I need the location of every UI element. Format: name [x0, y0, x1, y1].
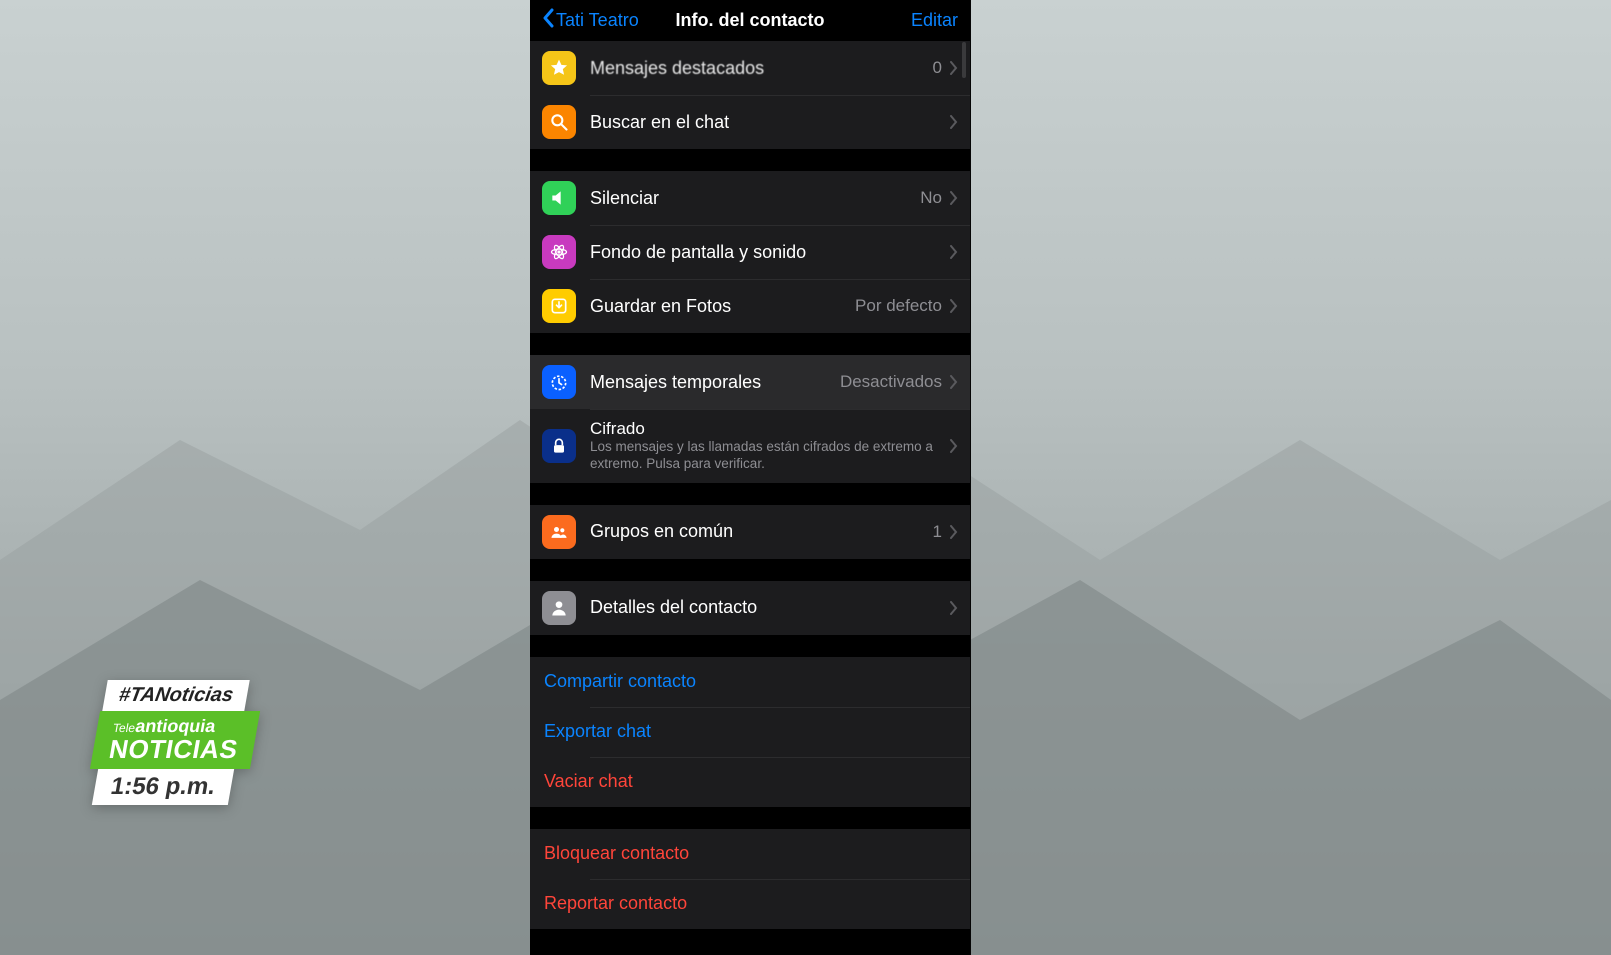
chevron-right-icon [950, 191, 958, 205]
star-icon [542, 51, 576, 85]
save-value: Por defecto [855, 296, 942, 316]
chevron-left-icon [542, 8, 554, 33]
group-privacy: Mensajes temporales Desactivados Cifrado… [530, 355, 970, 483]
row-search-chat[interactable]: Buscar en el chat [530, 95, 970, 149]
wallpaper-icon [542, 235, 576, 269]
news-time: 1:56 p.m. [92, 769, 234, 805]
report-contact-button[interactable]: Reportar contacto [530, 879, 970, 929]
chevron-right-icon [950, 299, 958, 313]
edit-button[interactable]: Editar [911, 10, 958, 31]
chevron-right-icon [950, 245, 958, 259]
disappearing-value: Desactivados [840, 372, 942, 392]
nav-header: Tati Teatro Info. del contacto Editar [530, 0, 970, 47]
encryption-sub: Los mensajes y las llamadas están cifrad… [590, 439, 950, 473]
disappearing-label: Mensajes temporales [590, 372, 840, 393]
mute-value: No [920, 188, 942, 208]
chevron-right-icon [950, 375, 958, 389]
wallpaper-label: Fondo de pantalla y sonido [590, 242, 950, 263]
share-contact-button[interactable]: Compartir contacto [530, 657, 970, 707]
page-title: Info. del contacto [675, 10, 824, 31]
chevron-right-icon [950, 61, 958, 75]
back-label: Tati Teatro [556, 10, 639, 31]
groups-label: Grupos en común [590, 521, 933, 542]
row-save-photos[interactable]: Guardar en Fotos Por defecto [530, 279, 970, 333]
row-groups-common[interactable]: Grupos en común 1 [530, 505, 970, 559]
save-label: Guardar en Fotos [590, 296, 855, 317]
row-encryption[interactable]: Cifrado Los mensajes y las llamadas está… [530, 409, 970, 483]
chevron-right-icon [950, 525, 958, 539]
row-contact-details[interactable]: Detalles del contacto [530, 581, 970, 635]
news-noticias: NOTICIAS [107, 736, 240, 763]
details-label: Detalles del contacto [590, 597, 950, 618]
chevron-right-icon [950, 439, 958, 453]
speaker-icon [542, 181, 576, 215]
groups-value: 1 [933, 522, 942, 542]
row-wallpaper-sound[interactable]: Fondo de pantalla y sonido [530, 225, 970, 279]
mute-label: Silenciar [590, 188, 920, 209]
starred-label: Mensajes destacados [590, 58, 933, 79]
row-mute[interactable]: Silenciar No [530, 171, 970, 225]
group-actions-chat: Compartir contacto Exportar chat Vaciar … [530, 657, 970, 807]
chevron-right-icon [950, 115, 958, 129]
group-chat: Mensajes destacados 0 Buscar en el chat [530, 41, 970, 149]
block-contact-button[interactable]: Bloquear contacto [530, 829, 970, 879]
back-button[interactable]: Tati Teatro [542, 8, 639, 33]
search-icon [542, 105, 576, 139]
starred-value: 0 [933, 58, 942, 78]
lock-icon [542, 429, 576, 463]
chevron-right-icon [950, 601, 958, 615]
row-starred-messages[interactable]: Mensajes destacados 0 [530, 41, 970, 95]
group-common-groups: Grupos en común 1 [530, 505, 970, 559]
encryption-label: Cifrado [590, 419, 950, 439]
news-hashtag: #TANoticias [102, 680, 250, 711]
export-chat-button[interactable]: Exportar chat [530, 707, 970, 757]
row-disappearing-messages[interactable]: Mensajes temporales Desactivados [530, 355, 970, 409]
phone-screen: Tati Teatro Info. del contacto Editar Me… [530, 0, 970, 955]
clear-chat-button[interactable]: Vaciar chat [530, 757, 970, 807]
news-badge: #TANoticias Teleantioquia NOTICIAS 1:56 … [95, 680, 255, 805]
group-settings: Silenciar No Fondo de pantalla y sonido … [530, 171, 970, 333]
timer-icon [542, 365, 576, 399]
people-icon [542, 515, 576, 549]
group-actions-danger: Bloquear contacto Reportar contacto [530, 829, 970, 929]
search-label: Buscar en el chat [590, 112, 950, 133]
group-contact-details: Detalles del contacto [530, 581, 970, 635]
download-icon [542, 289, 576, 323]
person-icon [542, 591, 576, 625]
